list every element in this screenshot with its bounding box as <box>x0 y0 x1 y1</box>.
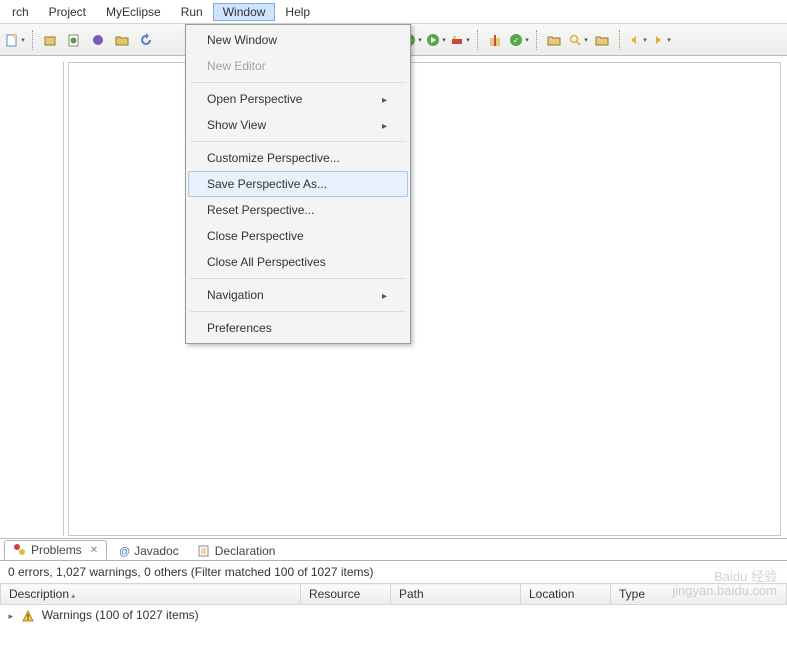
left-panel[interactable] <box>0 62 64 536</box>
menuitem-preferences[interactable]: Preferences <box>188 315 408 341</box>
col-path[interactable]: Path <box>391 584 521 605</box>
toolbar-btn-interface[interactable] <box>87 29 109 51</box>
new-icon <box>5 33 19 47</box>
menuitem-navigation[interactable]: Navigation <box>188 282 408 308</box>
prev-icon <box>627 33 641 47</box>
tab-problems[interactable]: Problems ✕ <box>4 540 107 560</box>
toolbar-btn-folder[interactable] <box>111 29 133 51</box>
package-icon <box>43 33 57 47</box>
build-icon: ✓ <box>509 33 523 47</box>
menuitem-new-window[interactable]: New Window <box>188 27 408 53</box>
col-resource[interactable]: Resource <box>301 584 391 605</box>
toolbar-btn-external[interactable] <box>449 29 471 51</box>
col-location[interactable]: Location <box>521 584 611 605</box>
table-row[interactable]: Warnings (100 of 1027 items) <box>1 605 787 626</box>
tab-javadoc[interactable]: @ Javadoc <box>107 541 188 560</box>
submenu-arrow-icon <box>382 92 387 106</box>
tab-javadoc-label: Javadoc <box>134 544 179 558</box>
row-text: Warnings (100 of 1027 items) <box>42 608 199 622</box>
folder-icon <box>115 33 129 47</box>
menu-run[interactable]: Run <box>171 3 213 21</box>
submenu-arrow-icon <box>382 118 387 132</box>
tab-declaration-label: Declaration <box>215 544 276 558</box>
menu-myeclipse[interactable]: MyEclipse <box>96 3 171 21</box>
menuitem-save-perspective-as[interactable]: Save Perspective As... <box>188 171 408 197</box>
run-alt-icon <box>426 33 440 47</box>
toolbar-btn-new[interactable] <box>4 29 26 51</box>
tab-problems-label: Problems <box>31 543 82 557</box>
bottom-tabs: Problems ✕ @ Javadoc Declaration <box>0 539 787 561</box>
toolbar-btn-prev[interactable] <box>626 29 648 51</box>
svg-text:@: @ <box>119 546 130 558</box>
tab-declaration[interactable]: Declaration <box>188 541 285 560</box>
problems-icon <box>13 543 27 557</box>
external-tools-icon <box>450 33 464 47</box>
menu-project[interactable]: Project <box>39 3 96 21</box>
editor-area[interactable] <box>68 62 781 536</box>
class-icon <box>67 33 81 47</box>
open-folder-icon <box>547 33 561 47</box>
toolbar-btn-refresh[interactable] <box>135 29 157 51</box>
toolbar-btn-search[interactable] <box>567 29 589 51</box>
tab-close-icon[interactable]: ✕ <box>90 545 98 556</box>
menu-search-partial[interactable]: rch <box>2 3 39 21</box>
menu-window[interactable]: Window <box>213 3 276 21</box>
toolbar-btn-run-alt[interactable] <box>425 29 447 51</box>
toolbar-btn-package[interactable] <box>39 29 61 51</box>
problems-table: Description Resource Path Location Type … <box>0 583 787 625</box>
bottom-panel: Problems ✕ @ Javadoc Declaration 0 error… <box>0 538 787 654</box>
expand-icon[interactable] <box>9 608 20 622</box>
refresh-icon <box>139 33 153 47</box>
gift-icon <box>488 33 502 47</box>
menuitem-close-perspective[interactable]: Close Perspective <box>188 223 408 249</box>
toolbar-btn-open-folder[interactable] <box>543 29 565 51</box>
col-type[interactable]: Type <box>611 584 787 605</box>
next-icon <box>651 33 665 47</box>
menuitem-open-perspective[interactable]: Open Perspective <box>188 86 408 112</box>
problems-status: 0 errors, 1,027 warnings, 0 others (Filt… <box>0 561 787 583</box>
toolbar-btn-gift[interactable] <box>484 29 506 51</box>
toolbar-btn-open-resource[interactable] <box>591 29 613 51</box>
svg-text:✓: ✓ <box>513 36 520 45</box>
menu-help[interactable]: Help <box>275 3 320 21</box>
menu-bar: rch Project MyEclipse Run Window Help <box>0 0 787 24</box>
warning-icon <box>22 610 34 622</box>
menuitem-close-all-perspectives[interactable]: Close All Perspectives <box>188 249 408 275</box>
declaration-icon <box>197 544 211 558</box>
javadoc-icon: @ <box>116 544 130 558</box>
menuitem-customize-perspective[interactable]: Customize Perspective... <box>188 145 408 171</box>
interface-icon <box>91 33 105 47</box>
menuitem-show-view[interactable]: Show View <box>188 112 408 138</box>
submenu-arrow-icon <box>382 288 387 302</box>
window-menu-dropdown: New Window New Editor Open Perspective S… <box>185 24 411 344</box>
open-resource-icon <box>595 33 609 47</box>
menuitem-new-editor: New Editor <box>188 53 408 79</box>
toolbar-btn-build[interactable]: ✓ <box>508 29 530 51</box>
toolbar-btn-next[interactable] <box>650 29 672 51</box>
col-description[interactable]: Description <box>1 584 301 605</box>
menuitem-reset-perspective[interactable]: Reset Perspective... <box>188 197 408 223</box>
search-icon <box>568 33 582 47</box>
toolbar-btn-class[interactable] <box>63 29 85 51</box>
